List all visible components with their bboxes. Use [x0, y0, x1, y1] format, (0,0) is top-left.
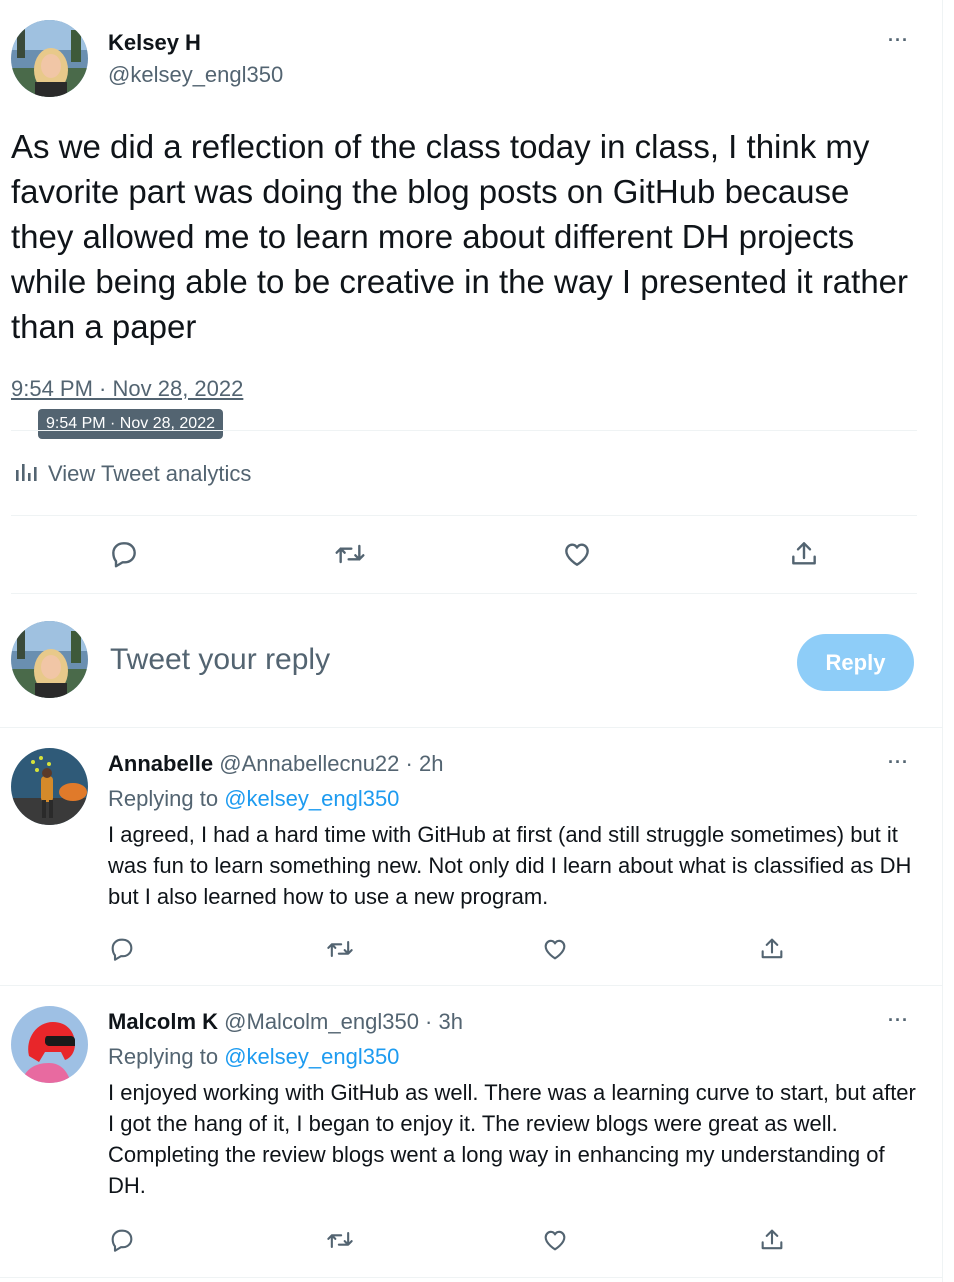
divider [11, 430, 917, 431]
reply-handle-time[interactable]: @Malcolm_engl350 · 3h [224, 1009, 463, 1034]
comment-icon [112, 542, 136, 568]
share-button[interactable] [758, 935, 786, 963]
reply-header: Annabelle @Annabellecnu22 · 2h [108, 751, 443, 777]
share-icon [761, 938, 783, 959]
reply-handle-time[interactable]: @Annabellecnu22 · 2h [219, 751, 443, 776]
reply-text: I agreed, I had a hard time with GitHub … [108, 822, 912, 909]
like-button[interactable] [541, 935, 569, 963]
retweet-button[interactable] [326, 1226, 354, 1254]
replying-to-prefix: Replying to [108, 1044, 225, 1069]
replying-to-handle[interactable]: @kelsey_engl350 [224, 786, 399, 811]
reply-text: I enjoyed working with GitHub as well. T… [108, 1080, 916, 1198]
comment-icon [111, 938, 133, 961]
more-icon[interactable]: ··· [888, 1010, 909, 1031]
share-icon [792, 542, 816, 565]
divider [11, 515, 917, 516]
like-icon [544, 1230, 566, 1251]
retweet-icon [335, 544, 365, 564]
analytics-label: View Tweet analytics [48, 460, 252, 486]
comment-button[interactable] [108, 538, 140, 570]
share-button[interactable] [788, 538, 820, 570]
reply-button[interactable]: Reply [797, 634, 914, 691]
reply-input[interactable]: Tweet your reply [110, 643, 770, 677]
more-icon[interactable]: ··· [888, 30, 909, 51]
retweet-icon [327, 940, 353, 958]
author-handle[interactable]: @kelsey_engl350 [108, 62, 283, 88]
like-icon [544, 939, 566, 960]
divider [0, 985, 942, 986]
replying-to-handle[interactable]: @kelsey_engl350 [224, 1044, 399, 1069]
composer-avatar [11, 621, 88, 698]
divider [11, 593, 917, 594]
reply-header: Malcolm K @Malcolm_engl350 · 3h [108, 1009, 463, 1035]
retweet-icon [327, 1231, 353, 1249]
comment-icon [111, 1229, 133, 1252]
retweet-button[interactable] [334, 538, 366, 570]
retweet-button[interactable] [326, 935, 354, 963]
like-button[interactable] [541, 1226, 569, 1254]
reply-author-name[interactable]: Annabelle [108, 751, 213, 776]
author-name[interactable]: Kelsey H [108, 30, 201, 56]
analytics-icon [14, 459, 38, 488]
reply-avatar[interactable] [11, 748, 88, 825]
replying-to: Replying to @kelsey_engl350 [108, 786, 399, 812]
replying-to-prefix: Replying to [108, 786, 225, 811]
divider [0, 1277, 942, 1278]
like-icon [565, 543, 589, 566]
share-icon [761, 1229, 783, 1250]
more-icon[interactable]: ··· [888, 752, 909, 773]
reply-avatar[interactable] [11, 1006, 88, 1083]
comment-button[interactable] [108, 935, 136, 963]
timestamp-tooltip: 9:54 PM · Nov 28, 2022 [38, 409, 223, 439]
tweet-text: As we did a reflection of the class toda… [11, 128, 909, 345]
author-avatar[interactable] [11, 20, 88, 97]
timeline-border [942, 0, 943, 1282]
tweet-timestamp[interactable]: 9:54 PM · Nov 28, 2022 [11, 376, 243, 402]
comment-button[interactable] [108, 1226, 136, 1254]
analytics-link[interactable]: View Tweet analytics [14, 459, 251, 488]
reply-author-name[interactable]: Malcolm K [108, 1009, 218, 1034]
share-button[interactable] [758, 1226, 786, 1254]
replying-to: Replying to @kelsey_engl350 [108, 1044, 399, 1070]
like-button[interactable] [561, 538, 593, 570]
divider [0, 727, 942, 728]
